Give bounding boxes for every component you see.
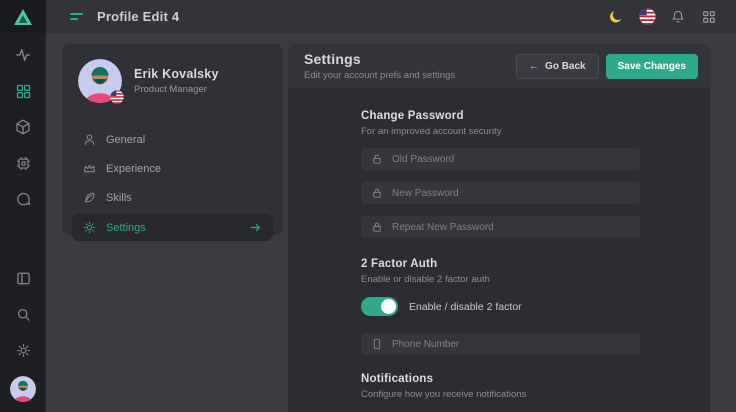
go-back-label: Go Back	[545, 61, 586, 72]
chat-icon[interactable]	[13, 189, 33, 209]
dashboard-icon[interactable]	[13, 81, 33, 101]
arrow-right-icon	[249, 221, 263, 235]
gear-icon[interactable]	[13, 340, 33, 360]
two-factor-toggle-row: Enable / disable 2 factor	[361, 297, 640, 316]
profile-text: Erik Kovalsky Product Manager	[134, 67, 219, 95]
profile-role: Product Manager	[134, 84, 219, 95]
change-password-section: Change Password For an improved account …	[361, 110, 640, 238]
password-fields	[361, 148, 640, 238]
new-password-input[interactable]	[392, 188, 630, 199]
search-icon[interactable]	[13, 304, 33, 324]
us-flag-icon[interactable]	[638, 8, 656, 26]
menu-item-label: Skills	[106, 192, 132, 204]
settings-panel-body: Change Password For an improved account …	[288, 88, 710, 412]
profile-menu: General Experience Skills	[72, 125, 273, 241]
page-title: Profile Edit 4	[97, 9, 179, 24]
repeat-password-input[interactable]	[392, 222, 630, 233]
settings-heading: Settings Edit your account prefs and set…	[304, 51, 455, 81]
menu-item-skills[interactable]: Skills	[72, 183, 273, 212]
moon-icon[interactable]	[607, 8, 625, 26]
lock-icon	[371, 221, 383, 233]
activity-icon[interactable]	[13, 45, 33, 65]
notifications-section: Notifications Configure how you receive …	[361, 373, 640, 400]
menu-toggle-icon[interactable]	[70, 13, 83, 20]
sidebar-rail	[0, 0, 46, 412]
us-flag-badge-icon	[110, 90, 124, 104]
profile-summary: Erik Kovalsky Product Manager	[72, 57, 273, 103]
box-icon[interactable]	[13, 117, 33, 137]
two-factor-section: 2 Factor Auth Enable or disable 2 factor…	[361, 258, 640, 355]
settings-panel: Settings Edit your account prefs and set…	[288, 44, 710, 412]
profile-name: Erik Kovalsky	[134, 67, 219, 81]
section-title: Change Password	[361, 110, 640, 122]
crown-icon	[82, 162, 96, 176]
lock-icon	[371, 187, 383, 199]
content-area: Erik Kovalsky Product Manager General	[46, 33, 736, 412]
topbar: Profile Edit 4	[46, 0, 736, 33]
grid-icon[interactable]	[700, 8, 718, 26]
feather-icon	[82, 191, 96, 205]
menu-item-label: Experience	[106, 163, 161, 175]
profile-avatar	[78, 59, 122, 103]
phone-number-input[interactable]	[392, 339, 630, 350]
cpu-icon[interactable]	[13, 153, 33, 173]
unlock-icon	[371, 153, 383, 165]
phone-number-field[interactable]	[361, 333, 640, 355]
menu-item-settings[interactable]: Settings	[72, 214, 273, 241]
layout-icon[interactable]	[13, 268, 33, 288]
arrow-left-icon: ←	[529, 61, 539, 72]
topbar-actions	[607, 8, 718, 26]
main-column: Profile Edit 4	[46, 0, 736, 412]
section-title: Notifications	[361, 373, 640, 385]
go-back-button[interactable]: ← Go Back	[516, 54, 599, 79]
settings-title: Settings	[304, 51, 455, 67]
app-logo[interactable]	[0, 0, 46, 33]
bell-icon[interactable]	[669, 8, 687, 26]
rail-bottom-group	[0, 268, 46, 412]
app-window: Profile Edit 4	[0, 0, 736, 412]
settings-subtitle: Edit your account prefs and settings	[304, 70, 455, 81]
gear-icon	[82, 221, 96, 235]
menu-item-general[interactable]: General	[72, 125, 273, 154]
menu-item-experience[interactable]: Experience	[72, 154, 273, 183]
old-password-input[interactable]	[392, 154, 630, 165]
section-subtitle: Enable or disable 2 factor auth	[361, 274, 640, 285]
section-subtitle: Configure how you receive notifications	[361, 389, 640, 400]
old-password-field[interactable]	[361, 148, 640, 170]
user-avatar[interactable]	[10, 376, 36, 402]
smartphone-icon	[371, 338, 383, 350]
rail-top-group	[0, 33, 46, 209]
new-password-field[interactable]	[361, 182, 640, 204]
settings-panel-header: Settings Edit your account prefs and set…	[288, 44, 710, 88]
triangle-logo-icon	[13, 8, 33, 26]
two-factor-toggle[interactable]	[361, 297, 398, 316]
save-changes-button[interactable]: Save Changes	[606, 54, 698, 79]
section-subtitle: For an improved account security	[361, 126, 640, 137]
section-title: 2 Factor Auth	[361, 258, 640, 270]
two-factor-toggle-label: Enable / disable 2 factor	[409, 301, 522, 313]
repeat-password-field[interactable]	[361, 216, 640, 238]
settings-form: Change Password For an improved account …	[361, 110, 640, 400]
settings-actions: ← Go Back Save Changes	[516, 54, 698, 79]
menu-item-label: Settings	[106, 222, 146, 234]
menu-item-label: General	[106, 134, 145, 146]
user-icon	[82, 133, 96, 147]
profile-menu-card: Erik Kovalsky Product Manager General	[62, 44, 283, 235]
